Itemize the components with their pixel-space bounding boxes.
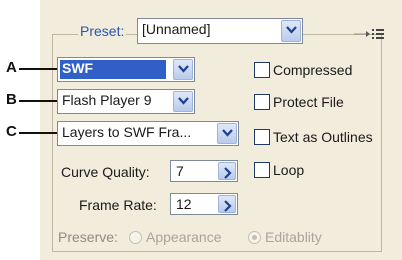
callout-c: C [6,123,17,140]
preset-dropdown[interactable]: [Unnamed] [137,18,303,44]
compressed-label: Compressed [273,62,353,78]
chevron-down-icon[interactable] [281,20,301,42]
export-as-dropdown[interactable]: Layers to SWF Fra... [57,121,239,146]
preserve-label: Preserve: [58,229,118,245]
curve-quality-label: Curve Quality: [61,164,150,180]
chevron-right-icon[interactable] [218,195,236,213]
protect-file-checkbox[interactable] [254,94,270,110]
curve-quality-value: 7 [176,163,184,179]
preset-label: Preset: [78,23,127,39]
chevron-down-icon[interactable] [173,59,193,80]
frame-rate-field[interactable]: 12 [170,193,238,215]
format-value: SWF [62,60,94,76]
text-as-outlines-label: Text as Outlines [273,129,373,145]
export-as-value: Layers to SWF Fra... [62,124,192,140]
flash-version-dropdown[interactable]: Flash Player 9 [57,89,195,114]
compressed-checkbox[interactable] [254,62,270,78]
preserve-editability-radio[interactable] [248,231,261,244]
callout-b-leader [19,100,57,102]
callout-a: A [6,59,17,76]
flash-version-value: Flash Player 9 [62,92,152,108]
panel-menu-icon[interactable] [354,27,386,41]
preserve-appearance-label: Appearance [146,229,222,245]
text-as-outlines-checkbox[interactable] [254,129,270,145]
loop-label: Loop [273,162,305,178]
preserve-editability-label: Editablity [265,229,322,245]
chevron-right-icon[interactable] [218,162,236,180]
format-dropdown[interactable]: SWF [57,57,195,82]
protect-file-label: Protect File [273,94,344,110]
callout-a-leader [19,68,57,70]
frame-rate-label: Frame Rate: [79,197,157,213]
loop-checkbox[interactable] [254,162,270,178]
preset-value: [Unnamed] [142,21,211,37]
curve-quality-field[interactable]: 7 [170,160,238,182]
chevron-down-icon[interactable] [217,123,237,144]
callout-b: B [6,91,17,108]
preserve-appearance-radio[interactable] [129,231,142,244]
frame-rate-value: 12 [176,196,192,212]
callout-c-leader [19,132,57,134]
chevron-down-icon[interactable] [173,91,193,112]
